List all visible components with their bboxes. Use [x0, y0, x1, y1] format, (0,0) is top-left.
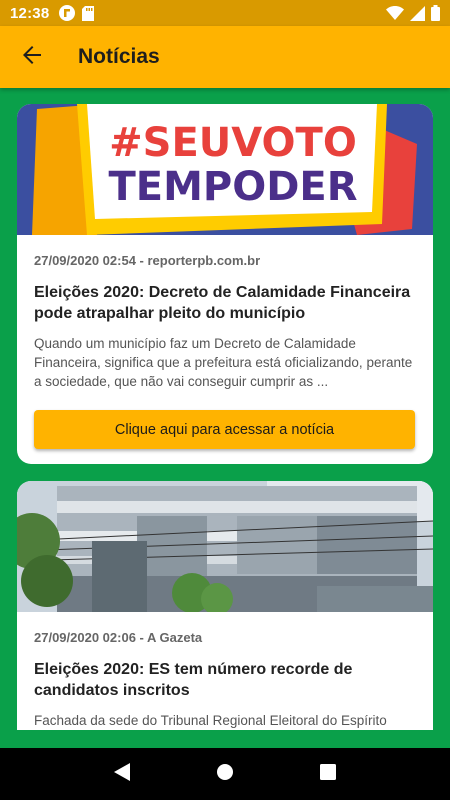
arrow-left-icon	[22, 45, 42, 70]
system-nav-bar	[0, 748, 450, 800]
news-title: Eleições 2020: ES tem número recorde de …	[34, 661, 353, 699]
news-image: #SEUVOTO TEMPODER	[17, 104, 433, 235]
tre-building-photo	[17, 481, 433, 612]
news-card-body: 27/09/2020 02:54 - reporterpb.com.br Ele…	[17, 235, 433, 449]
nav-home-button[interactable]	[205, 754, 245, 794]
open-news-button[interactable]: Clique aqui para acessar a notícia	[34, 410, 415, 449]
news-image	[17, 481, 433, 612]
recents-square-icon	[320, 763, 337, 785]
status-bar: 12:38	[0, 0, 450, 26]
nav-recents-button[interactable]	[308, 754, 348, 794]
page-title: Notícias	[78, 45, 160, 68]
wifi-icon	[386, 6, 404, 20]
banner-line1: #SEUVOTO	[109, 120, 357, 166]
battery-icon	[431, 5, 440, 21]
news-meta: 27/09/2020 02:06 - A Gazeta	[34, 630, 203, 645]
seu-voto-banner-image: #SEUVOTO TEMPODER	[17, 104, 433, 235]
home-circle-icon	[216, 763, 234, 786]
news-card: #SEUVOTO TEMPODER 27/09/2020 02:54 - rep…	[17, 104, 433, 464]
nav-back-button[interactable]	[102, 754, 142, 794]
status-right-icons	[386, 5, 440, 21]
news-card: 27/09/2020 02:06 - A Gazeta Eleições 202…	[17, 481, 433, 730]
sd-card-icon	[82, 5, 95, 21]
news-card-body: 27/09/2020 02:06 - A Gazeta Eleições 202…	[17, 612, 433, 730]
news-meta: 27/09/2020 02:54 - reporterpb.com.br	[34, 253, 261, 268]
signal-icon	[410, 5, 425, 21]
news-description: Quando um município faz um Decreto de Ca…	[34, 336, 413, 389]
back-button[interactable]	[12, 37, 52, 77]
status-left-icons	[59, 5, 95, 21]
flipboard-icon	[59, 5, 76, 21]
status-time: 12:38	[10, 4, 50, 22]
news-list[interactable]: #SEUVOTO TEMPODER 27/09/2020 02:54 - rep…	[0, 88, 450, 730]
news-title: Eleições 2020: Decreto de Calamidade Fin…	[34, 284, 411, 322]
content-bottom-edge	[0, 730, 450, 748]
news-description: Fachada da sede do Tribunal Regional Ele…	[34, 713, 387, 728]
app-bar: Notícias	[0, 26, 450, 88]
back-triangle-icon	[113, 762, 130, 786]
banner-line2: TEMPODER	[108, 164, 357, 210]
